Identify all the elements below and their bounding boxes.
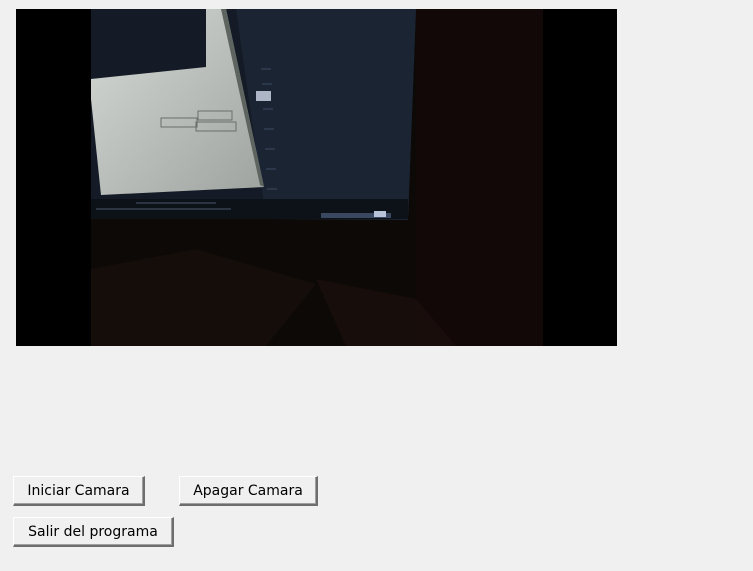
camera-frame-image <box>16 9 617 346</box>
camera-feed <box>16 9 617 346</box>
start-camera-button[interactable]: Iniciar Camara <box>13 476 145 506</box>
exit-program-button[interactable]: Salir del programa <box>13 517 174 547</box>
stop-camera-button[interactable]: Apagar Camara <box>179 476 318 506</box>
